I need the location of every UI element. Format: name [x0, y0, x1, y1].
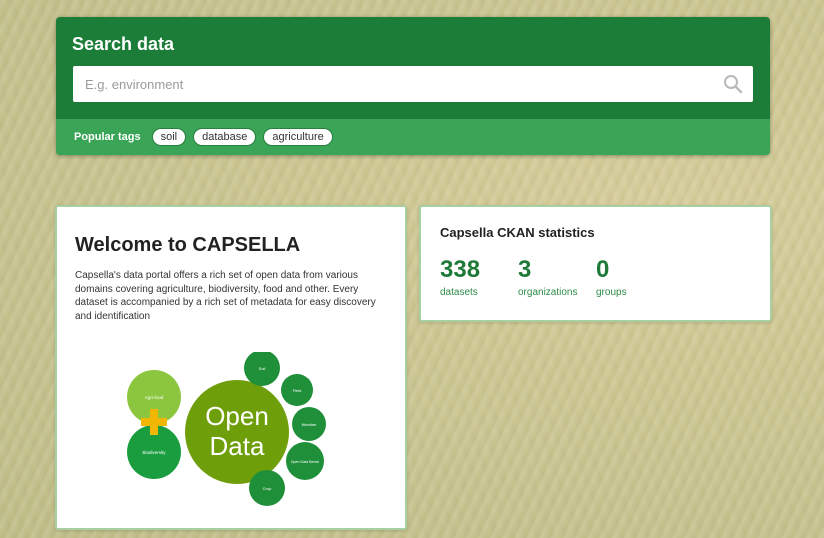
search-input[interactable] — [73, 66, 713, 102]
agri-food-label: Agri-food — [145, 395, 164, 400]
stat-value: 0 — [596, 256, 610, 283]
stat-groups[interactable]: 0 groups — [596, 256, 627, 299]
search-title: Search data — [72, 34, 175, 54]
statistics-card: Capsella CKAN statistics 338 datasets 3 … — [419, 205, 772, 322]
svg-text:Weather: Weather — [301, 422, 317, 427]
stat-label: datasets — [440, 287, 478, 298]
stat-label: groups — [596, 287, 627, 298]
open-data-graphic: Agri-food Biodiversity Open Data Soil Fi… — [127, 352, 326, 506]
open-data-line1: Open — [205, 401, 269, 431]
stat-datasets[interactable]: 338 datasets — [440, 256, 481, 299]
svg-text:Crop: Crop — [263, 486, 272, 491]
search-icon[interactable] — [723, 74, 743, 94]
stat-label: organizations — [518, 287, 578, 298]
svg-text:Field: Field — [293, 388, 302, 393]
svg-text:Open Data Bench: Open Data Bench — [291, 460, 320, 464]
tag-agriculture[interactable]: agriculture — [263, 128, 333, 146]
stat-value: 338 — [440, 256, 481, 283]
welcome-description: Capsella's data portal offers a rich set… — [75, 270, 376, 322]
popular-tags-label: Popular tags — [74, 131, 141, 143]
stat-organizations[interactable]: 3 organizations — [518, 256, 578, 299]
open-data-line2: Data — [210, 431, 265, 461]
svg-text:Soil: Soil — [259, 366, 266, 371]
search-panel: Search data Popular tags soil database a… — [56, 17, 770, 155]
welcome-title: Welcome to CAPSELLA — [75, 234, 301, 256]
statistics-title: Capsella CKAN statistics — [440, 225, 595, 240]
popular-tags-bar: Popular tags soil database agriculture — [56, 119, 770, 155]
welcome-card: Welcome to CAPSELLA Capsella's data port… — [55, 205, 407, 530]
biodiversity-label: Biodiversity — [142, 450, 166, 455]
stat-value: 3 — [518, 256, 532, 283]
tag-soil[interactable]: soil — [151, 128, 187, 146]
tag-database[interactable]: database — [193, 128, 257, 146]
search-box[interactable] — [73, 66, 753, 102]
